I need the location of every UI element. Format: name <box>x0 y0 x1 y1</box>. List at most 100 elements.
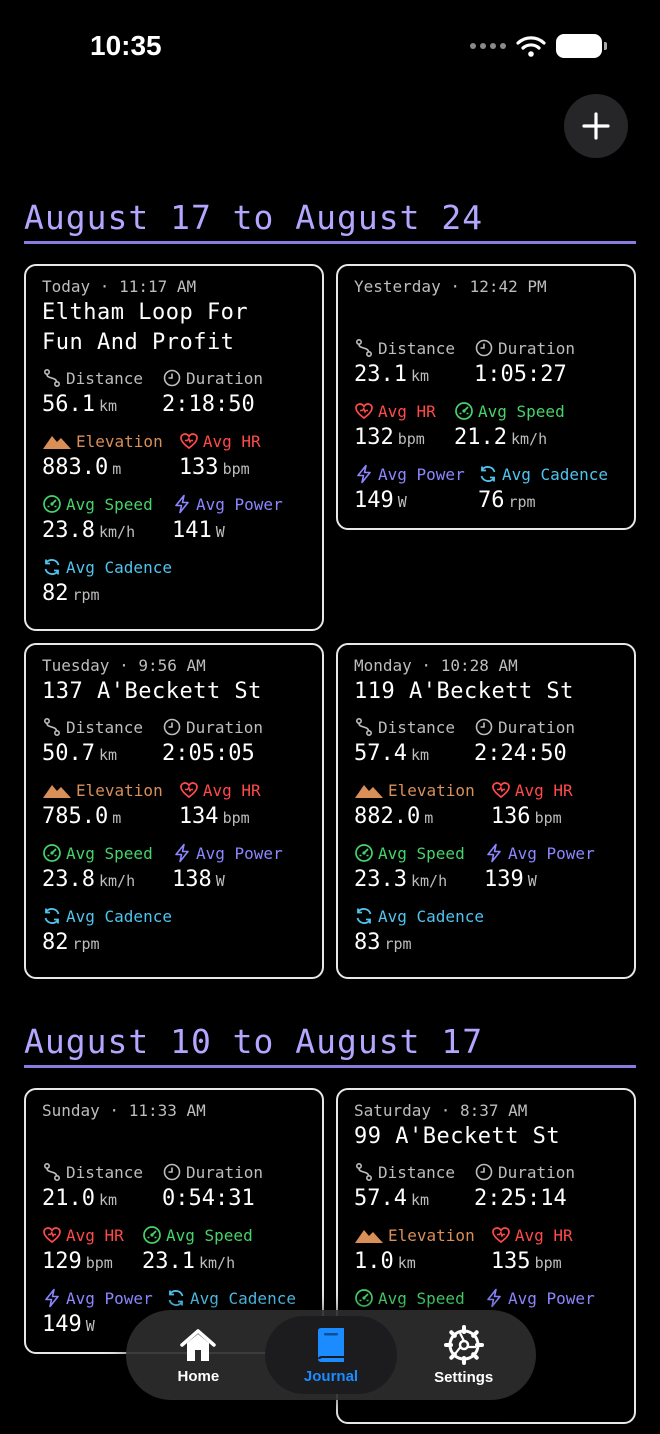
distance-value: 56.1 <box>42 392 95 417</box>
speedometer-icon <box>142 1225 162 1245</box>
bolt-icon <box>354 464 374 484</box>
avg-power-label: Avg Power <box>508 843 595 863</box>
clock-icon <box>474 717 494 737</box>
avg-speed-label: Avg Speed <box>66 494 153 514</box>
avg-speed-value: 23.8 <box>42 867 95 892</box>
distance-unit: km <box>410 367 430 385</box>
avg-power-label: Avg Power <box>66 1288 153 1308</box>
avg-hr-unit: bpm <box>222 460 250 478</box>
signal-icon <box>470 43 506 49</box>
bolt-icon <box>42 1288 62 1308</box>
avg-cadence-value: 83 <box>354 930 381 955</box>
duration-label: Duration <box>186 368 264 388</box>
cadence-icon <box>478 464 498 484</box>
mountain-icon <box>354 1225 384 1245</box>
ride-date: Yesterday · 12:42 PM <box>354 277 547 296</box>
cadence-icon <box>42 557 62 577</box>
avg-hr-label: Avg HR <box>202 780 261 800</box>
ride-card[interactable]: Today · 11:17 AM Eltham Loop For Fun And… <box>24 264 324 631</box>
avg-power-value: 149 <box>42 1312 82 1337</box>
elevation-value: 785.0 <box>42 804 109 829</box>
heart-icon <box>491 1225 511 1245</box>
avg-speed-label: Avg Speed <box>378 843 465 863</box>
avg-speed-label: Avg Speed <box>378 1288 465 1308</box>
avg-hr-unit: bpm <box>534 1254 562 1272</box>
avg-speed-value: 23.1 <box>142 1249 195 1274</box>
avg-cadence-unit: rpm <box>384 935 412 953</box>
duration-label: Duration <box>498 717 576 737</box>
clock-icon <box>474 338 494 358</box>
avg-cadence-label: Avg Cadence <box>190 1288 296 1308</box>
wifi-icon <box>516 36 546 57</box>
plus-icon <box>582 112 610 140</box>
distance-label: Distance <box>66 717 144 737</box>
avg-cadence-label: Avg Cadence <box>502 464 608 484</box>
avg-power-label: Avg Power <box>378 464 465 484</box>
distance-label: Distance <box>66 368 144 388</box>
distance-unit: km <box>98 746 118 764</box>
mountain-icon <box>42 780 72 800</box>
speedometer-icon <box>42 494 62 514</box>
heart-icon <box>491 780 511 800</box>
tab-journal[interactable]: Journal <box>264 1316 398 1394</box>
route-icon <box>42 717 62 737</box>
avg-cadence-label: Avg Cadence <box>66 557 172 577</box>
cadence-icon <box>166 1288 186 1308</box>
avg-speed-value: 23.3 <box>354 867 407 892</box>
distance-value: 57.4 <box>354 741 407 766</box>
avg-cadence-unit: rpm <box>508 493 536 511</box>
avg-speed-unit: km/h <box>98 872 136 890</box>
duration-value: 2:24:50 <box>474 741 567 766</box>
avg-power-unit: W <box>215 872 225 890</box>
ride-card[interactable]: Yesterday · 12:42 PM Distance 23.1 km Dura… <box>336 264 636 530</box>
avg-hr-unit: bpm <box>222 809 250 827</box>
gear-icon <box>443 1324 484 1365</box>
clock-icon <box>162 368 182 388</box>
avg-speed-value: 21.2 <box>454 425 507 450</box>
avg-cadence-unit: rpm <box>72 586 100 604</box>
ride-card[interactable]: Monday · 10:28 AM 119 A'Beckett St Dista… <box>336 643 636 979</box>
avg-speed-label: Avg Speed <box>166 1225 253 1245</box>
bolt-icon <box>172 494 192 514</box>
avg-speed-unit: km/h <box>510 430 548 448</box>
status-icons <box>470 34 607 58</box>
elevation-unit: m <box>112 460 122 478</box>
avg-power-value: 139 <box>484 867 524 892</box>
tab-home[interactable]: Home <box>132 1316 265 1394</box>
avg-cadence-unit: rpm <box>72 935 100 953</box>
mountain-icon <box>42 431 72 451</box>
avg-speed-label: Avg Speed <box>66 843 153 863</box>
duration-value: 1:05:27 <box>474 362 567 387</box>
tab-label: Journal <box>303 1367 359 1385</box>
route-icon <box>42 1162 62 1182</box>
speedometer-icon <box>354 1288 374 1308</box>
ride-card[interactable]: Tuesday · 9:56 AM 137 A'Beckett St Dista… <box>24 643 324 979</box>
avg-cadence-label: Avg Cadence <box>66 906 172 926</box>
ride-date: Sunday · 11:33 AM <box>42 1101 206 1120</box>
avg-hr-value: 136 <box>490 804 531 829</box>
status-time: 10:35 <box>90 30 162 61</box>
distance-unit: km <box>410 1191 430 1209</box>
avg-speed-unit: km/h <box>410 872 448 890</box>
clock-icon <box>474 1162 494 1182</box>
add-ride-button[interactable] <box>564 94 628 158</box>
distance-unit: km <box>98 397 118 415</box>
distance-label: Distance <box>378 338 456 358</box>
avg-hr-unit: bpm <box>397 430 425 448</box>
heart-icon <box>179 780 199 800</box>
avg-hr-unit: bpm <box>85 1254 113 1272</box>
duration-label: Duration <box>186 1162 264 1182</box>
ride-date: Saturday · 8:37 AM <box>354 1101 528 1120</box>
speedometer-icon <box>454 401 474 421</box>
avg-cadence-value: 76 <box>478 488 505 513</box>
tab-settings[interactable]: Settings <box>397 1316 530 1394</box>
book-icon <box>318 1327 344 1362</box>
ride-date: Today · 11:17 AM <box>42 277 197 296</box>
ride-title: 137 A'Beckett St <box>42 679 262 704</box>
avg-hr-value: 132 <box>354 425 394 450</box>
distance-unit: km <box>410 746 430 764</box>
elevation-unit: m <box>424 809 434 827</box>
distance-value: 21.0 <box>42 1186 95 1211</box>
route-icon <box>354 717 374 737</box>
elevation-value: 883.0 <box>42 455 109 480</box>
